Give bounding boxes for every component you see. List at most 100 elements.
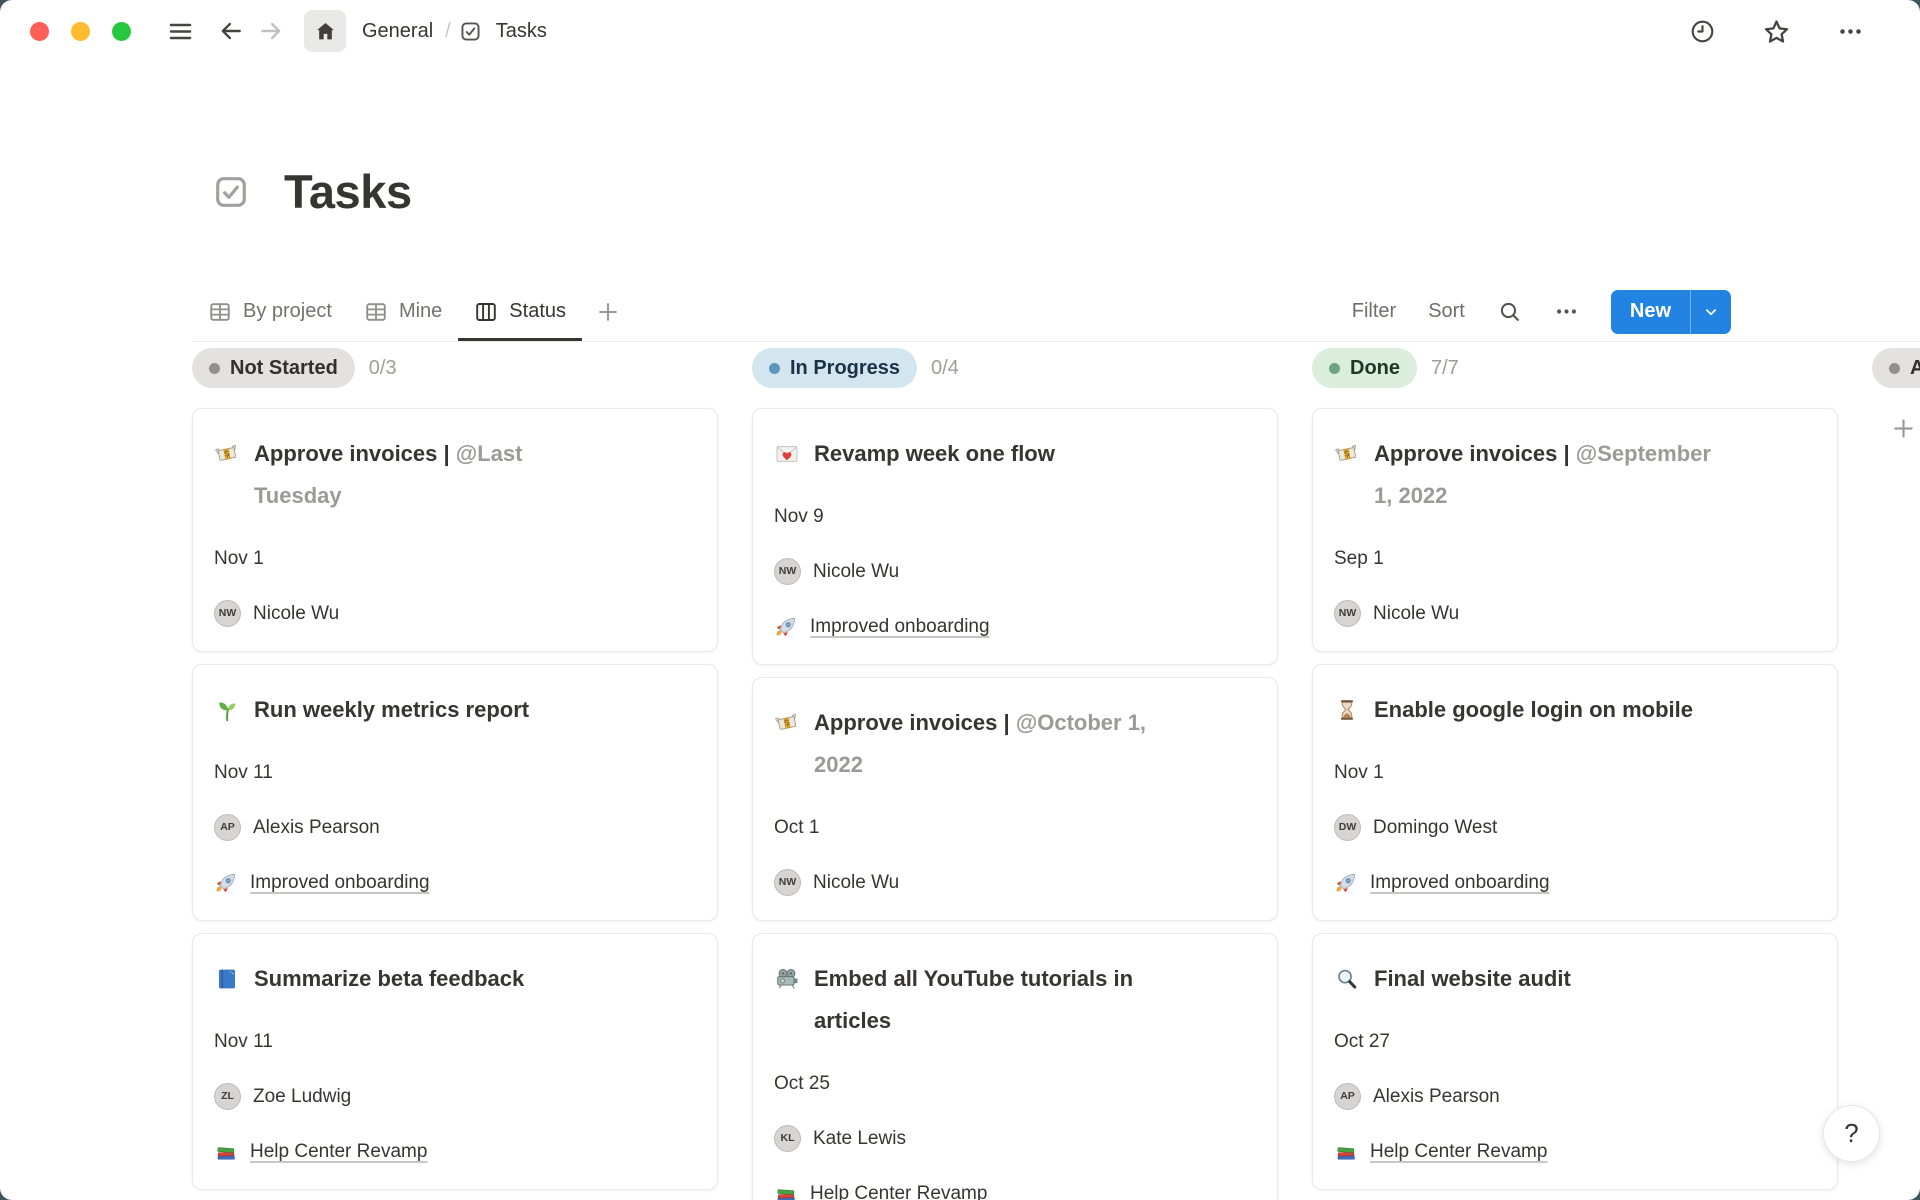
card-title: Enable google login on mobile <box>1334 689 1816 731</box>
film-projector-icon <box>774 966 800 992</box>
status-pill-overflow[interactable]: A <box>1872 348 1920 388</box>
window-controls <box>30 22 131 41</box>
search-icon[interactable] <box>1497 299 1522 324</box>
view-toolbar: By project Mine Status Filter Sort New <box>192 282 1920 342</box>
project-link-label[interactable]: Improved onboarding <box>1370 869 1550 896</box>
status-label: Not Started <box>230 357 338 380</box>
column-header: A <box>1872 348 1920 388</box>
card-project-link[interactable]: Help Center Revamp <box>214 1138 696 1165</box>
task-card[interactable]: Run weekly metrics report Nov 11 AP Alex… <box>192 664 718 921</box>
view-more-icon[interactable] <box>1554 299 1579 324</box>
task-card[interactable]: Approve invoices | @Last Tuesday Nov 1 N… <box>192 408 718 652</box>
assignee-name: Kate Lewis <box>813 1125 906 1152</box>
home-button[interactable] <box>304 10 346 52</box>
card-title-text: Approve invoices | <box>254 441 450 466</box>
view-tabs: By project Mine Status <box>192 282 621 341</box>
column-cards: Approve invoices | @Last Tuesday Nov 1 N… <box>192 408 718 1190</box>
status-dot <box>1889 363 1900 374</box>
sort-button[interactable]: Sort <box>1428 300 1465 323</box>
top-bar: General / Tasks <box>0 0 1920 62</box>
card-title: Revamp week one flow <box>774 433 1256 475</box>
zoom-window-button[interactable] <box>112 22 131 41</box>
status-pill-not-started[interactable]: Not Started <box>192 348 355 388</box>
history-clock-icon[interactable] <box>1689 18 1716 45</box>
card-title-text: Approve invoices | <box>814 710 1010 735</box>
board-column-in-progress: In Progress 0/4 Revamp week one flow Nov… <box>752 348 1278 1200</box>
project-link-label[interactable]: Improved onboarding <box>810 613 990 640</box>
card-assignee: KL Kate Lewis <box>774 1125 1256 1152</box>
rocket-icon <box>214 871 238 895</box>
card-title: Run weekly metrics report <box>214 689 696 731</box>
add-card-icon[interactable] <box>1890 415 1917 442</box>
column-count: 7/7 <box>1431 357 1459 380</box>
assignee-name: Nicole Wu <box>813 869 899 896</box>
task-card[interactable]: Approve invoices | @September 1, 2022 Se… <box>1312 408 1838 652</box>
close-window-button[interactable] <box>30 22 49 41</box>
topbar-actions <box>1689 17 1864 46</box>
forward-icon[interactable] <box>258 18 284 44</box>
table-view-icon <box>364 300 388 324</box>
status-dot <box>209 363 220 374</box>
new-dropdown-button[interactable] <box>1690 290 1731 334</box>
minimize-window-button[interactable] <box>71 22 90 41</box>
task-card[interactable]: Final website audit Oct 27 AP Alexis Pea… <box>1312 933 1838 1190</box>
card-title: Summarize beta feedback <box>214 958 696 1000</box>
card-project-link[interactable]: Improved onboarding <box>214 869 696 896</box>
task-card[interactable]: Approve invoices | @October 1, 2022 Oct … <box>752 677 1278 921</box>
card-project-link[interactable]: Help Center Revamp <box>774 1180 1256 1200</box>
card-title: Approve invoices | @Last Tuesday <box>214 433 696 517</box>
new-button-label[interactable]: New <box>1611 290 1690 334</box>
tab-mine[interactable]: Mine <box>348 282 458 341</box>
tab-label: Status <box>509 300 566 323</box>
task-card[interactable]: Embed all YouTube tutorials in articles … <box>752 933 1278 1200</box>
card-title-text: Embed all YouTube tutorials in articles <box>814 966 1133 1033</box>
page-title[interactable]: Tasks <box>284 160 412 224</box>
rocket-icon <box>774 615 798 639</box>
card-project-link[interactable]: Improved onboarding <box>774 613 1256 640</box>
card-due-date: Oct 25 <box>774 1070 1256 1097</box>
page-checkbox-icon[interactable] <box>212 173 250 211</box>
add-view-icon[interactable] <box>595 299 621 325</box>
card-title-text: Approve invoices | <box>1374 441 1570 466</box>
sidebar-menu-icon[interactable] <box>167 18 194 45</box>
rocket-icon <box>1334 871 1358 895</box>
breadcrumb-workspace[interactable]: General <box>358 18 437 45</box>
project-link-label[interactable]: Help Center Revamp <box>250 1138 427 1165</box>
status-dot <box>769 363 780 374</box>
card-project-link[interactable]: Improved onboarding <box>1334 869 1816 896</box>
project-link-label[interactable]: Improved onboarding <box>250 869 430 896</box>
tab-by-project[interactable]: By project <box>192 282 348 341</box>
help-button[interactable]: ? <box>1823 1105 1880 1162</box>
card-title: Final website audit <box>1334 958 1816 1000</box>
breadcrumb-page[interactable]: Tasks <box>492 18 551 45</box>
tab-label: Mine <box>399 300 442 323</box>
filter-button[interactable]: Filter <box>1352 300 1396 323</box>
status-label: A <box>1910 357 1920 380</box>
task-card[interactable]: Revamp week one flow Nov 9 NW Nicole Wu … <box>752 408 1278 665</box>
project-link-label[interactable]: Help Center Revamp <box>1370 1138 1547 1165</box>
table-view-icon <box>208 300 232 324</box>
seedling-icon <box>214 697 240 723</box>
books-icon <box>774 1182 798 1200</box>
status-dot <box>1329 363 1340 374</box>
task-card[interactable]: Summarize beta feedback Nov 11 ZL Zoe Lu… <box>192 933 718 1190</box>
back-icon[interactable] <box>218 18 244 44</box>
assignee-name: Nicole Wu <box>253 600 339 627</box>
status-label: In Progress <box>790 357 900 380</box>
status-pill-done[interactable]: Done <box>1312 348 1417 388</box>
breadcrumb: General / Tasks <box>358 18 551 45</box>
card-assignee: NW Nicole Wu <box>774 869 1256 896</box>
task-card[interactable]: Enable google login on mobile Nov 1 DW D… <box>1312 664 1838 921</box>
card-title: Approve invoices | @October 1, 2022 <box>774 702 1256 786</box>
status-pill-in-progress[interactable]: In Progress <box>752 348 917 388</box>
card-title: Approve invoices | @September 1, 2022 <box>1334 433 1816 517</box>
favorite-star-icon[interactable] <box>1762 17 1791 46</box>
new-button[interactable]: New <box>1611 290 1731 334</box>
more-options-icon[interactable] <box>1837 18 1864 45</box>
page-header: Tasks <box>212 160 1920 224</box>
tab-status[interactable]: Status <box>458 282 582 341</box>
assignee-name: Alexis Pearson <box>1373 1083 1500 1110</box>
card-project-link[interactable]: Help Center Revamp <box>1334 1138 1816 1165</box>
card-title-text: Revamp week one flow <box>814 441 1055 466</box>
project-link-label[interactable]: Help Center Revamp <box>810 1180 987 1200</box>
